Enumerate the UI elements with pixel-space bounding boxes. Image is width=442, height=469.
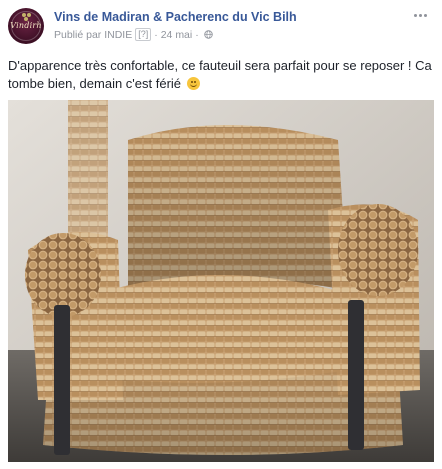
cork-armchair-image (8, 100, 434, 462)
facebook-post: Vindirh Vins de Madiran & Pacherenc du V… (0, 0, 442, 469)
post-caption: D'apparence très confortable, ce fauteui… (8, 57, 432, 93)
help-marker[interactable]: [?] (135, 28, 152, 41)
post-date-link[interactable]: 24 mai (161, 29, 193, 41)
globe-icon[interactable] (204, 30, 213, 39)
meta-separator: · (154, 28, 158, 41)
meta-separator: · (195, 28, 199, 41)
published-by-text[interactable]: Publié par INDIE (54, 29, 132, 41)
post-header: Vindirh Vins de Madiran & Pacherenc du V… (8, 8, 434, 48)
caption-text: D'apparence très confortable, ce fauteui… (8, 58, 432, 91)
avatar-grape-dot (27, 13, 31, 17)
page-name-link[interactable]: Vins de Madiran & Pacherenc du Vic Bilh (54, 10, 297, 24)
smiley-emoji-icon (186, 77, 200, 90)
post-meta: Publié par INDIE [?] · 24 mai · (54, 28, 213, 41)
post-photo[interactable] (8, 100, 434, 462)
page-avatar[interactable]: Vindirh (8, 8, 44, 44)
more-options-icon[interactable] (410, 8, 430, 22)
avatar-logo-text: Vindirh (10, 21, 42, 30)
